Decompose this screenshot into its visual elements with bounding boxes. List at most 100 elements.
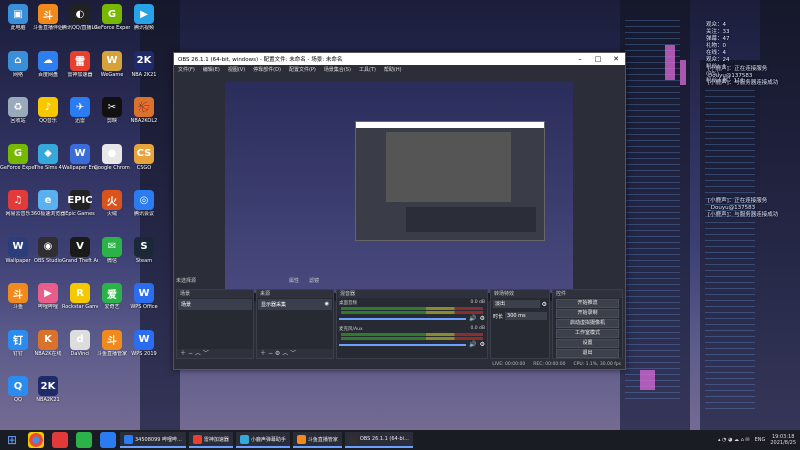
taskbar-app[interactable]: 斗鱼直播管家 <box>292 432 342 448</box>
close-icon[interactable]: ✕ <box>607 55 625 63</box>
desktop-icon[interactable]: GGeForce Experience <box>94 4 130 31</box>
desktop-icon[interactable]: 雷雷神加速器 <box>62 50 98 78</box>
mail-icon[interactable] <box>100 432 116 448</box>
desktop-icon[interactable]: ▶ 腾讯视频 <box>126 4 162 31</box>
lang-indicator[interactable]: ENG <box>755 437 766 443</box>
desktop-icon[interactable]: W WPS 2019 <box>126 329 162 357</box>
gear-icon[interactable]: ⚙ <box>480 315 485 322</box>
status-item: CPU: 1.1%, 30.00 fps <box>573 362 622 367</box>
desktop-icon[interactable]: 2K NBA 2K21 <box>126 50 162 78</box>
control-button[interactable]: 开始录制 <box>556 309 619 318</box>
desktop-icon[interactable]: EPIC Epic Games <box>62 190 98 217</box>
transition-select[interactable]: 淡出 <box>493 300 540 308</box>
down-icon[interactable]: ﹀ <box>203 350 209 357</box>
desktop-icon[interactable]: ☁ 百度网盘 <box>30 50 66 78</box>
desktop-icon[interactable]: 2K NBA2K21 <box>30 376 66 403</box>
menu-item[interactable]: 场景集合(S) <box>324 66 351 73</box>
up-icon[interactable]: ︿ <box>195 350 201 357</box>
maximize-icon[interactable]: □ <box>589 55 607 63</box>
chrome-icon[interactable] <box>28 432 44 448</box>
control-button[interactable]: 设置 <box>556 339 619 348</box>
windows-start-icon[interactable]: ⊞ <box>4 432 20 448</box>
desktop-icon[interactable]: ✂ 剪映 <box>94 97 130 124</box>
control-button[interactable]: 开始推流 <box>556 299 619 308</box>
menu-item[interactable]: 停靠部件(D) <box>253 66 281 73</box>
desktop-icon[interactable]: W WPS Office <box>126 283 162 310</box>
menu-item[interactable]: 编辑(E) <box>203 66 220 73</box>
app-icon <box>348 434 358 444</box>
desktop-icon[interactable]: ◉ OBS Studio <box>30 236 66 264</box>
gear-icon[interactable]: ⚙ <box>275 350 280 357</box>
app-icon: ♪ <box>38 97 58 117</box>
taskbar-app[interactable]: 小鹿声弹幕助手 <box>235 432 290 448</box>
app-icon: ✈ <box>70 97 90 117</box>
desktop-icon[interactable]: WWallpaper Engine <box>62 143 98 171</box>
remove-icon[interactable]: − <box>188 350 193 357</box>
desktop-icon[interactable]: 斗斗鱼直播管家 <box>94 329 130 357</box>
down-icon[interactable]: ﹀ <box>290 350 296 357</box>
desktop-icon[interactable]: ✈ 迅雷 <box>62 97 98 124</box>
desktop-icon[interactable]: 斗斗鱼直播伴侣 <box>30 4 66 31</box>
desktop-icon[interactable]: ● Google Chrome <box>94 143 130 171</box>
desktop-icon[interactable]: S Steam <box>126 236 162 264</box>
desktop-icon[interactable]: ◐ 腾讯QQ/直播Lite <box>62 4 98 31</box>
remove-icon[interactable]: − <box>268 350 273 357</box>
360-icon[interactable] <box>76 432 92 448</box>
menu-item[interactable]: 帮助(H) <box>384 66 402 73</box>
netease-icon[interactable] <box>52 432 68 448</box>
app-icon: W <box>102 50 122 71</box>
desktop-icon[interactable]: ♪ QQ音乐 <box>30 97 66 124</box>
desktop-icon[interactable]: ▶ 哔哩哔哩 <box>30 283 66 310</box>
desktop-icon-label: NBA 2K21 <box>131 71 157 78</box>
taskbar-app[interactable]: OBS 26.1.1 (64-bi... <box>344 432 413 448</box>
control-button[interactable]: 工作室模式 <box>556 329 619 338</box>
gear-icon[interactable]: ⚙ <box>480 341 485 348</box>
desktop-icon[interactable]: RRockstar Games <box>62 283 98 310</box>
taskbar-app[interactable]: 雷神加速器 <box>188 432 233 448</box>
desktop-icon[interactable]: CS CSGO <box>126 143 162 171</box>
desktop-icon[interactable]: ◎ 腾讯会议 <box>126 190 162 217</box>
tray-icons[interactable]: ▴ ◔ ◕ ☁ ⌂ ✉ <box>718 437 750 443</box>
clock[interactable]: 19:03:18 2021/8/25 <box>770 434 796 446</box>
desktop-icon[interactable]: ◆ The Sims 4 <box>30 143 66 171</box>
source-item[interactable]: 显示器采集 ◉ <box>258 299 332 310</box>
taskbar-app-label: 雷神加速器 <box>203 436 229 443</box>
up-icon[interactable]: ︿ <box>282 350 288 357</box>
volume-slider[interactable] <box>339 317 467 320</box>
desktop-icon[interactable]: 🏀 NBA2KOL2 <box>126 97 162 124</box>
filters-tab[interactable]: 滤镜 <box>309 277 319 284</box>
add-icon[interactable]: ＋ <box>180 350 186 357</box>
obs-titlebar[interactable]: OBS 26.1.1 (64-bit, windows) - 配置文件: 未命名… <box>174 53 625 65</box>
app-icon <box>239 434 249 444</box>
minimize-icon[interactable]: – <box>571 55 589 63</box>
properties-tab[interactable]: 属性 <box>289 277 299 284</box>
menu-item[interactable]: 工具(T) <box>359 66 376 73</box>
obs-window[interactable]: OBS 26.1.1 (64-bit, windows) - 配置文件: 未命名… <box>173 52 626 370</box>
obs-preview[interactable] <box>225 81 573 301</box>
add-icon[interactable]: ＋ <box>260 350 266 357</box>
menu-item[interactable]: 文件(F) <box>178 66 195 73</box>
control-button[interactable]: 启动虚拟摄像机 <box>556 319 619 328</box>
desktop-icon[interactable]: VGrand Theft Auto V <box>62 236 98 264</box>
duration-input[interactable]: 300 ms <box>505 312 547 320</box>
desktop-icon[interactable]: 爱爱奇艺 <box>94 283 130 310</box>
control-button[interactable]: 退出 <box>556 349 619 358</box>
app-icon: W <box>8 236 28 257</box>
desktop-icon-label: 百度网盘 <box>37 71 58 78</box>
gear-icon[interactable]: ⚙ <box>542 301 547 308</box>
speaker-icon[interactable]: 🔊 <box>469 341 476 348</box>
scene-item[interactable]: 场景 <box>178 299 252 310</box>
desktop-icon[interactable]: e 360极速浏览器 <box>30 190 66 217</box>
channel-name: 麦克风/Aux <box>339 327 363 332</box>
taskbar-app[interactable]: 34508099 哔哩哔... <box>120 432 186 448</box>
desktop-icon[interactable]: W WeGame <box>94 50 130 78</box>
volume-slider[interactable] <box>339 343 467 346</box>
menu-item[interactable]: 配置文件(P) <box>289 66 316 73</box>
eye-icon[interactable]: ◉ <box>325 301 329 308</box>
desktop-icon[interactable]: K NBA2K在线 <box>30 329 66 357</box>
desktop-icon[interactable]: d DaVinci <box>62 329 98 357</box>
speaker-icon[interactable]: 🔊 <box>469 315 476 322</box>
desktop-icon[interactable]: 火火绒 <box>94 190 130 217</box>
menu-item[interactable]: 视图(V) <box>228 66 245 73</box>
desktop-icon[interactable]: ✉ 微信 <box>94 236 130 264</box>
